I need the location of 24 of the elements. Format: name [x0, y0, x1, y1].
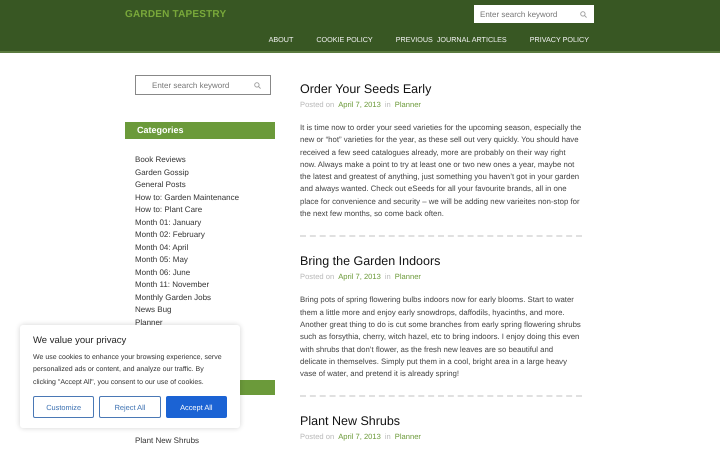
category-link[interactable]: Month 06: June	[135, 268, 190, 276]
category-link[interactable]: General Posts	[135, 180, 186, 189]
category-link[interactable]: Month 04: April	[135, 242, 188, 252]
widget-title: Categories	[125, 122, 275, 139]
post-title[interactable]: Bring the Garden Indoors	[300, 253, 582, 270]
category-link[interactable]: News Bug	[135, 305, 172, 314]
banner-title: We value your privacy	[33, 335, 128, 346]
post-title[interactable]: Order Your Seeds Early	[300, 81, 582, 97]
search-icon[interactable]	[254, 82, 261, 88]
category-link[interactable]: Month 02: February	[135, 230, 205, 239]
post-title[interactable]: Plant New Shrubs	[300, 413, 582, 430]
category-link[interactable]: Monthly Garden Jobs	[135, 292, 212, 302]
category-link[interactable]: Book Reviews	[135, 155, 186, 164]
search-icon[interactable]	[580, 10, 587, 18]
search-field[interactable]: Enter search keyword	[135, 75, 271, 95]
category-link[interactable]: How to: Garden Maintenance	[135, 192, 240, 202]
category-link[interactable]: Planner	[135, 318, 163, 326]
search-field[interactable]: Enter search keyword	[474, 5, 594, 23]
category-link[interactable]: How to: Plant Care	[135, 205, 202, 214]
category-link[interactable]: Month 05: May	[135, 255, 188, 264]
category-link[interactable]: Month 11: November	[135, 280, 210, 289]
category-link[interactable]: Plant New Shrubs	[135, 436, 200, 445]
category-link[interactable]: Month 01: January	[135, 218, 202, 226]
category-link[interactable]: Garden Gossip	[135, 168, 189, 176]
